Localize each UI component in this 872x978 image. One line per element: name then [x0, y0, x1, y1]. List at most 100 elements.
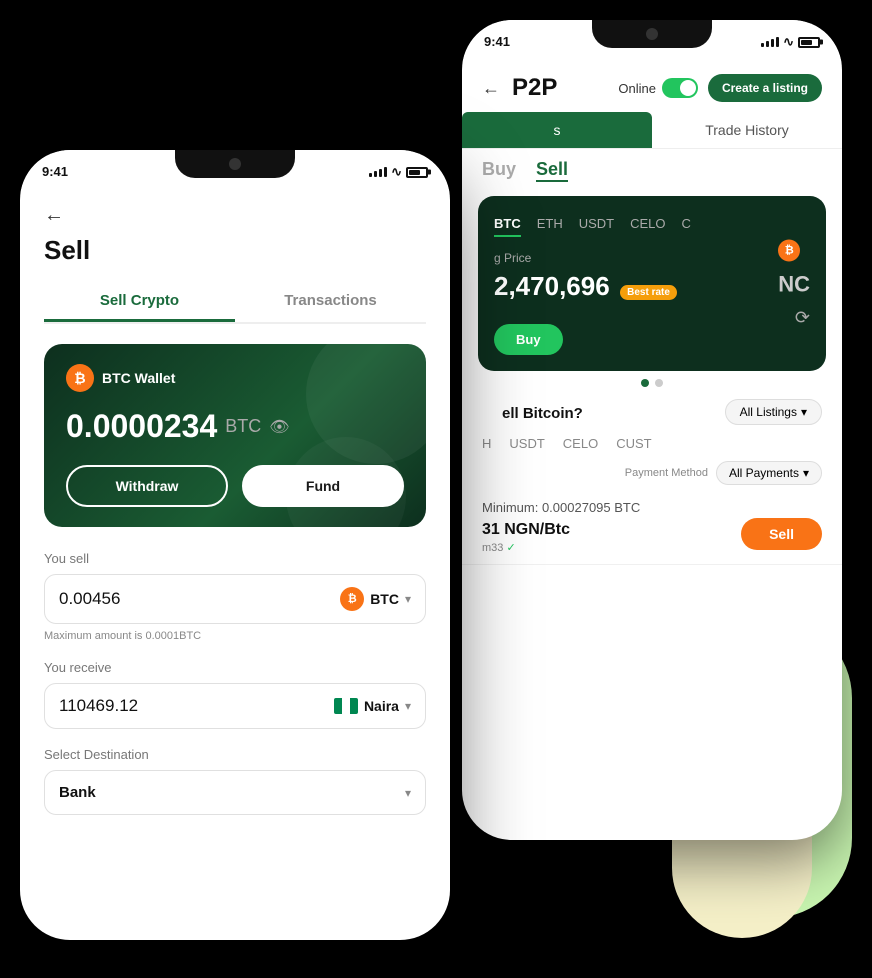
receive-currency-chevron: ▾: [405, 699, 411, 713]
back-header-actions: Online Create a listing: [618, 74, 822, 102]
tab-p2p-active[interactable]: s: [462, 112, 652, 148]
wallet-balance: 0.0000234: [66, 408, 217, 445]
sell-currency-chevron: ▾: [405, 592, 411, 606]
tab-trade-history[interactable]: Trade History: [652, 112, 842, 148]
price-card: BTC ETH USDT CELO C g Price 2,470,696 Be…: [478, 196, 826, 371]
all-listings-label: All Listings: [740, 405, 797, 419]
filter-coin-h[interactable]: H: [482, 436, 491, 451]
coin-tab-usdt[interactable]: USDT: [579, 212, 614, 237]
back-status-icons: ∿: [761, 34, 820, 50]
tab-sell-crypto[interactable]: Sell Crypto: [44, 282, 235, 322]
coin-tab-eth[interactable]: ETH: [537, 212, 563, 237]
destination-chevron: ▾: [405, 786, 411, 800]
listing-price-text: Minimum: 0.00027095 BTC: [482, 499, 822, 517]
wallet-name: BTC Wallet: [102, 370, 175, 386]
dot-1: [641, 379, 649, 387]
price-label: g Price: [494, 251, 677, 265]
online-label: Online: [618, 81, 656, 96]
balance-currency: BTC: [225, 416, 261, 437]
all-payments-dropdown[interactable]: All Payments ▾: [716, 461, 822, 485]
coin-tab-celo[interactable]: CELO: [630, 212, 665, 237]
max-amount-note: Maximum amount is 0.0001BTC: [44, 630, 426, 642]
naira-flag-icon: [334, 698, 358, 714]
sell-button-listing[interactable]: Sell: [741, 518, 822, 550]
buy-button-card[interactable]: Buy: [494, 324, 563, 355]
phone-back-p2p: 9:41 ∿ ← P2P: [462, 20, 842, 840]
eye-icon[interactable]: 👁: [269, 417, 289, 437]
back-phone-tabs: s Trade History: [462, 112, 842, 149]
toggle-knob: [680, 80, 696, 96]
back-page-title: P2P: [512, 74, 557, 102]
seller-info: m33 ✓: [482, 541, 570, 554]
create-listing-button[interactable]: Create a listing: [708, 74, 822, 102]
front-signal-icon: [369, 167, 387, 177]
all-listings-dropdown[interactable]: All Listings ▾: [725, 399, 822, 425]
price-value-row: 2,470,696 Best rate: [494, 271, 677, 302]
back-arrow[interactable]: ←: [482, 78, 500, 99]
you-sell-section: You sell 0.00456 ₿ BTC ▾ Maximum amount …: [44, 551, 426, 642]
refresh-icon[interactable]: ⟳: [778, 307, 810, 328]
front-back-arrow[interactable]: ←: [44, 204, 426, 227]
front-notch-area: 9:41 ∿: [20, 150, 450, 194]
listing-item: Minimum: 0.00027095 BTC 31 NGN/Btc m33 ✓…: [462, 489, 842, 565]
no-listings-text: NC: [778, 261, 810, 307]
coin-icon-right: ₿: [778, 239, 800, 261]
tab-transactions[interactable]: Transactions: [235, 282, 426, 322]
card-right: ₿ NC ⟳: [778, 239, 810, 328]
price-number: 2,470,696: [494, 271, 610, 301]
back-wifi-icon: ∿: [783, 34, 794, 50]
verified-icon: ✓: [506, 542, 515, 554]
front-status-time: 9:41: [42, 164, 68, 180]
front-status-bar: 9:41 ∿: [20, 164, 450, 180]
listings-header-row: ell Bitcoin? All Listings ▾: [462, 393, 842, 430]
you-receive-section: You receive 110469.12 Naira ▾: [44, 660, 426, 729]
back-signal-icon: [761, 37, 779, 47]
front-battery-icon: [406, 167, 428, 178]
dot-2: [655, 379, 663, 387]
phone-front-sell: 9:41 ∿ ← Sell: [20, 150, 450, 940]
sell-currency-name: BTC: [370, 591, 399, 607]
btc-coin-icon: ₿: [66, 364, 94, 392]
seller-name: m33: [482, 542, 503, 554]
front-status-icons: ∿: [369, 164, 428, 180]
coin-tab-btc[interactable]: BTC: [494, 212, 521, 237]
front-phone-content: ← Sell Sell Crypto Transactions ₿: [20, 194, 450, 940]
listing-min: Minimum: 0.00027095 BTC: [482, 500, 640, 515]
front-tabs: Sell Crypto Transactions: [44, 282, 426, 324]
back-status-bar: 9:41 ∿: [462, 34, 842, 50]
all-payments-label: All Payments: [729, 466, 799, 480]
payment-dropdown-arrow: ▾: [803, 466, 809, 480]
sell-tab[interactable]: Sell: [536, 159, 568, 182]
card-dots: [462, 379, 842, 387]
receive-amount-input-row[interactable]: 110469.12 Naira ▾: [44, 683, 426, 729]
buy-sell-row: Buy Sell: [462, 153, 842, 188]
you-receive-label: You receive: [44, 660, 426, 675]
you-sell-label: You sell: [44, 551, 426, 566]
sell-amount-input-row[interactable]: 0.00456 ₿ BTC ▾: [44, 574, 426, 624]
back-status-time: 9:41: [484, 34, 510, 50]
listing-rate: 31 NGN/Btc m33 ✓: [482, 521, 570, 554]
receive-amount-value: 110469.12: [59, 696, 334, 716]
destination-dropdown[interactable]: Bank ▾: [44, 770, 426, 815]
filter-coin-cust[interactable]: CUST: [616, 436, 651, 451]
coin-tab-c[interactable]: C: [682, 212, 691, 237]
dropdown-arrow: ▾: [801, 405, 807, 419]
receive-currency-selector[interactable]: Naira ▾: [334, 698, 411, 714]
destination-section: Select Destination Bank ▾: [44, 747, 426, 815]
buy-tab[interactable]: Buy: [482, 159, 516, 182]
listing-ngn-rate: 31 NGN/Btc: [482, 521, 570, 538]
back-phone-header: ← P2P Online Create a listing: [462, 64, 842, 108]
online-toggle-container[interactable]: Online: [618, 78, 698, 98]
front-wifi-icon: ∿: [391, 164, 402, 180]
back-battery-icon: [798, 37, 820, 48]
sell-currency-selector[interactable]: ₿ BTC ▾: [340, 587, 411, 611]
coin-tabs: BTC ETH USDT CELO C: [494, 212, 810, 237]
price-left: g Price 2,470,696 Best rate Buy: [494, 251, 677, 355]
withdraw-button[interactable]: Withdraw: [66, 465, 228, 507]
back-notch-area: 9:41 ∿: [462, 20, 842, 64]
filter-coin-celo[interactable]: CELO: [563, 436, 598, 451]
wallet-card: ₿ BTC Wallet 0.0000234 BTC 👁 Withdraw Fu…: [44, 344, 426, 527]
toggle-switch[interactable]: [662, 78, 698, 98]
best-rate-badge: Best rate: [620, 285, 677, 300]
filter-coin-usdt[interactable]: USDT: [509, 436, 544, 451]
